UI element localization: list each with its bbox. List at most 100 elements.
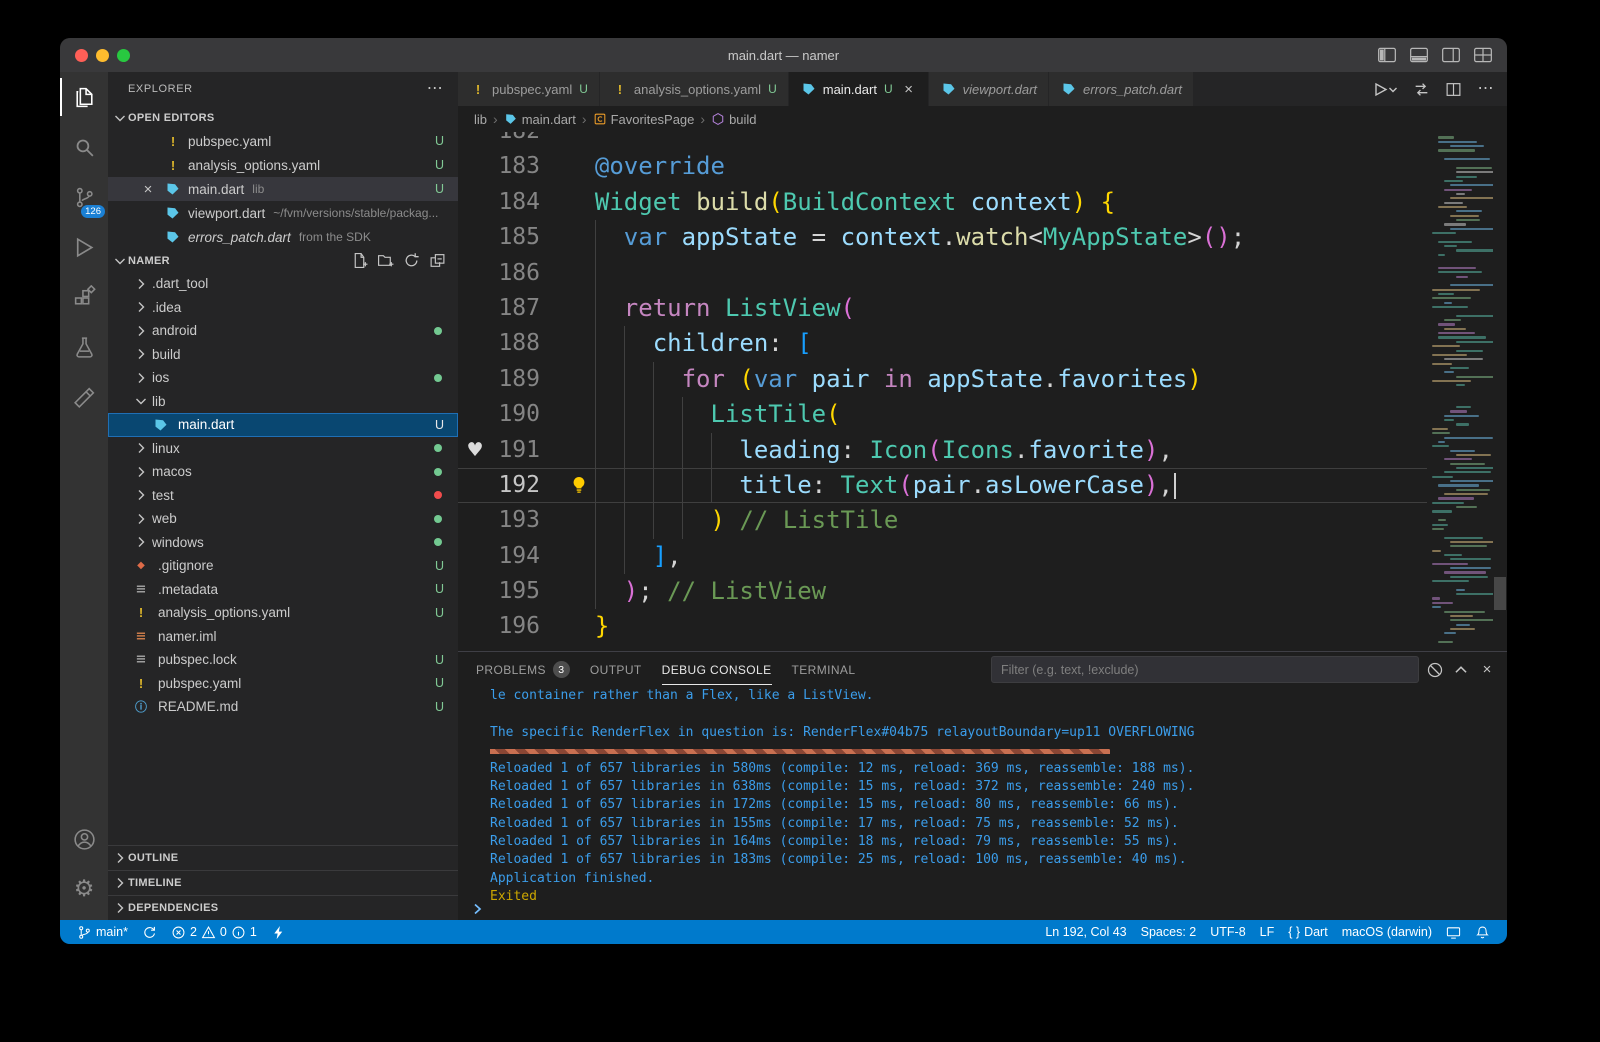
breadcrumb-item-favoritespage[interactable]: FavoritesPage (593, 112, 695, 127)
minimize-window-button[interactable] (96, 49, 109, 62)
panel-tab-terminal[interactable]: TERMINAL (792, 652, 856, 687)
activity-settings[interactable]: ⚙ (60, 864, 108, 914)
panel-tab-problems[interactable]: PROBLEMS3 (476, 652, 570, 687)
editor-tab-pubspec-yaml[interactable]: !pubspec.yamlU (458, 72, 600, 106)
zoom-window-button[interactable] (117, 49, 130, 62)
tree-item-pubspec-yaml[interactable]: !pubspec.yamlU (108, 672, 458, 696)
editor-tab-errors-patch-dart[interactable]: errors_patch.dart (1049, 72, 1194, 106)
editor-tab-viewport-dart[interactable]: viewport.dart (929, 72, 1049, 106)
more-actions-icon[interactable]: ⋯ (426, 80, 444, 98)
refresh-explorer-icon[interactable] (403, 252, 420, 269)
tree-item-web[interactable]: web (108, 507, 458, 531)
maximize-panel-icon[interactable] (1451, 661, 1471, 679)
tree-item-test[interactable]: test (108, 484, 458, 508)
code-line-195[interactable]: 195 ); // ListView (458, 574, 1427, 609)
new-folder-icon[interactable] (377, 252, 394, 269)
open-editors-header[interactable]: OPEN EDITORS (108, 106, 458, 129)
tree-item-gitignore[interactable]: ◆.gitignoreU (108, 554, 458, 578)
gutter-glyph-margin[interactable] (458, 256, 492, 291)
line-number[interactable]: 186 (492, 256, 540, 291)
gutter-glyph-margin[interactable] (458, 574, 492, 609)
collapse-folders-icon[interactable] (429, 252, 446, 269)
line-number[interactable]: 195 (492, 574, 540, 609)
code-line-185[interactable]: 185 var appState = context.watch<MyAppSt… (458, 220, 1427, 255)
tree-item-metadata[interactable]: ≡.metadataU (108, 578, 458, 602)
line-number[interactable]: 190 (492, 397, 540, 432)
code-line-188[interactable]: 188 children: [ (458, 326, 1427, 361)
activity-run-debug[interactable] (60, 222, 108, 272)
line-number[interactable]: 183 (492, 149, 540, 184)
line-number[interactable]: 196 (492, 609, 540, 644)
line-number[interactable]: 193 (492, 503, 540, 538)
editor-tab-main-dart[interactable]: main.dartU× (789, 72, 929, 106)
customize-layout-icon[interactable] (1473, 46, 1493, 64)
gutter-glyph-margin[interactable] (458, 326, 492, 361)
new-file-icon[interactable] (351, 252, 368, 269)
close-panel-icon[interactable]: × (1477, 661, 1497, 679)
breadcrumb[interactable]: lib›main.dart›FavoritesPage›build (458, 106, 1507, 132)
editor[interactable]: 182183 @override184 Widget build(BuildCo… (458, 132, 1507, 651)
activity-search[interactable] (60, 122, 108, 172)
toggle-sidebar-icon[interactable] (1377, 46, 1397, 64)
activity-flutter-tools[interactable] (60, 372, 108, 422)
gutter-glyph-margin[interactable] (458, 220, 492, 255)
gutter-glyph-margin[interactable] (458, 503, 492, 538)
open-editor-errors-patch-dart[interactable]: errors_patch.dartfrom the SDK (108, 225, 458, 249)
gutter-glyph-margin[interactable]: ♥ (458, 433, 492, 468)
debug-console[interactable]: le container rather than a Flex, like a … (458, 687, 1507, 920)
section-dependencies[interactable]: DEPENDENCIES (108, 895, 458, 920)
activity-testing[interactable] (60, 322, 108, 372)
tree-item-analysis-options-yaml[interactable]: !analysis_options.yamlU (108, 601, 458, 625)
activity-explorer[interactable] (60, 72, 108, 122)
code-line-182[interactable]: 182 (458, 132, 1427, 149)
project-section-header[interactable]: NAMER (108, 249, 458, 272)
line-number[interactable]: 192 (492, 468, 540, 503)
gutter-glyph-margin[interactable] (458, 362, 492, 397)
code-line-192[interactable]: 192 title: Text(pair.asLowerCase), (458, 468, 1427, 503)
title-bar[interactable]: main.dart — namer (60, 38, 1507, 72)
code-line-189[interactable]: 189 for (var pair in appState.favorites) (458, 362, 1427, 397)
tree-item-dart-tool[interactable]: .dart_tool (108, 272, 458, 296)
filter-input[interactable] (991, 656, 1419, 683)
open-editor-viewport-dart[interactable]: viewport.dart~/fvm/versions/stable/packa… (108, 201, 458, 225)
line-number[interactable]: 189 (492, 362, 540, 397)
gutter-glyph-margin[interactable] (458, 291, 492, 326)
eol-item[interactable]: LF (1253, 920, 1282, 944)
line-number[interactable]: 187 (492, 291, 540, 326)
line-number[interactable]: 191 (492, 433, 540, 468)
clear-console-icon[interactable] (1425, 661, 1445, 679)
code-line-183[interactable]: 183 @override (458, 149, 1427, 184)
gutter-glyph-margin[interactable] (458, 539, 492, 574)
host-item[interactable]: macOS (darwin) (1335, 920, 1439, 944)
tree-item-idea[interactable]: .idea (108, 296, 458, 320)
code-line-190[interactable]: 190 ListTile( (458, 397, 1427, 432)
cursor-position-item[interactable]: Ln 192, Col 43 (1038, 920, 1133, 944)
editor-tab-analysis-options-yaml[interactable]: !analysis_options.yamlU (600, 72, 789, 106)
scrollbar[interactable] (1494, 577, 1506, 610)
open-editor-pubspec-yaml[interactable]: !pubspec.yamlU (108, 129, 458, 153)
open-editor-main-dart[interactable]: ×main.dartlibU (108, 177, 458, 201)
section-outline[interactable]: OUTLINE (108, 845, 458, 870)
panel-tab-debug-console[interactable]: DEBUG CONSOLE (662, 652, 772, 687)
close-icon[interactable]: × (140, 181, 156, 197)
split-editor-icon[interactable] (1444, 81, 1463, 98)
tree-item-linux[interactable]: linux (108, 437, 458, 461)
tree-item-pubspec-lock[interactable]: ≡pubspec.lockU (108, 648, 458, 672)
remote-item[interactable] (1439, 920, 1468, 944)
gutter-glyph-margin[interactable] (458, 149, 492, 184)
activity-source-control[interactable]: 126 (60, 172, 108, 222)
open-editor-analysis-options-yaml[interactable]: !analysis_options.yamlU (108, 153, 458, 177)
minimap[interactable] (1429, 132, 1493, 651)
code-line-184[interactable]: 184 Widget build(BuildContext context) { (458, 185, 1427, 220)
code-line-191[interactable]: ♥191 leading: Icon(Icons.favorite), (458, 433, 1427, 468)
code-line-196[interactable]: 196 } (458, 609, 1427, 644)
line-number[interactable]: 182 (492, 132, 540, 149)
tree-item-ios[interactable]: ios (108, 366, 458, 390)
tree-item-macos[interactable]: macos (108, 460, 458, 484)
line-number[interactable]: 194 (492, 539, 540, 574)
section-timeline[interactable]: TIMELINE (108, 870, 458, 895)
debug-status-item[interactable] (264, 920, 293, 944)
code-line-186[interactable]: 186 (458, 256, 1427, 291)
tree-item-build[interactable]: build (108, 343, 458, 367)
activity-extensions[interactable] (60, 272, 108, 322)
